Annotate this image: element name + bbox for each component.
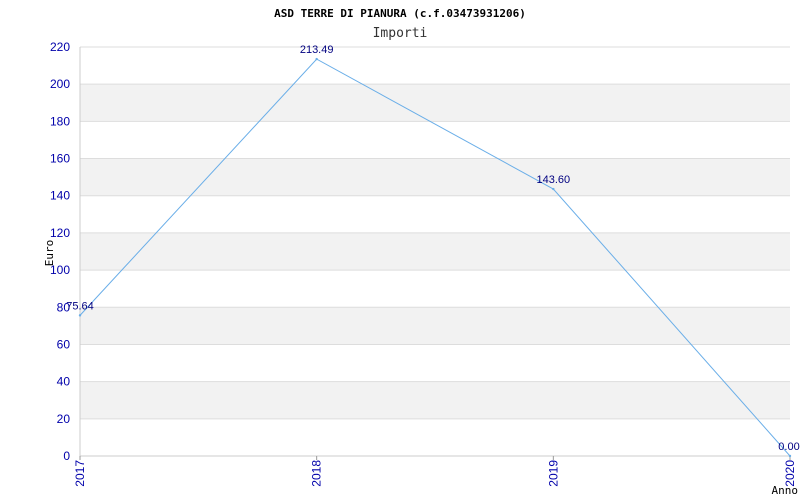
y-axis-label: Euro	[43, 240, 56, 267]
data-label: 213.49	[300, 44, 334, 56]
x-tick-labels: 2017 2018 2019 2020	[73, 456, 797, 487]
y-tick-label: 220	[50, 40, 70, 54]
grid-band	[80, 84, 790, 122]
grid-bands	[80, 84, 790, 419]
y-tick-label: 180	[50, 114, 70, 128]
grid-band	[80, 307, 790, 345]
x-tick-label: 2017	[73, 460, 87, 487]
data-label: 75.64	[66, 300, 94, 312]
data-point	[552, 187, 555, 191]
y-tick-label: 120	[50, 226, 70, 240]
y-tick-label: 40	[57, 375, 71, 389]
x-tick-label: 2020	[783, 460, 797, 487]
y-tick-label: 160	[50, 152, 70, 166]
y-tick-label: 60	[57, 337, 71, 351]
line-chart: ASD TERRE DI PIANURA (c.f.03473931206) I…	[43, 7, 800, 497]
data-label: 143.60	[537, 174, 571, 186]
x-axis-label: Anno	[772, 484, 799, 497]
x-tick-label: 2018	[310, 460, 324, 487]
grid-band	[80, 381, 790, 419]
data-point	[788, 454, 792, 458]
data-point	[78, 314, 82, 317]
y-tick-label: 200	[50, 77, 70, 91]
grid-band	[80, 158, 790, 196]
x-tick-label: 2019	[546, 460, 560, 487]
y-tick-label: 140	[50, 189, 70, 203]
grid-band	[80, 232, 790, 271]
data-point	[315, 57, 318, 61]
y-tick-label: 0	[63, 449, 70, 463]
data-label: 0.00	[778, 441, 799, 453]
chart-title: ASD TERRE DI PIANURA (c.f.03473931206)	[274, 7, 526, 20]
y-tick-label: 20	[57, 412, 71, 426]
chart-subtitle: Importi	[373, 26, 428, 41]
